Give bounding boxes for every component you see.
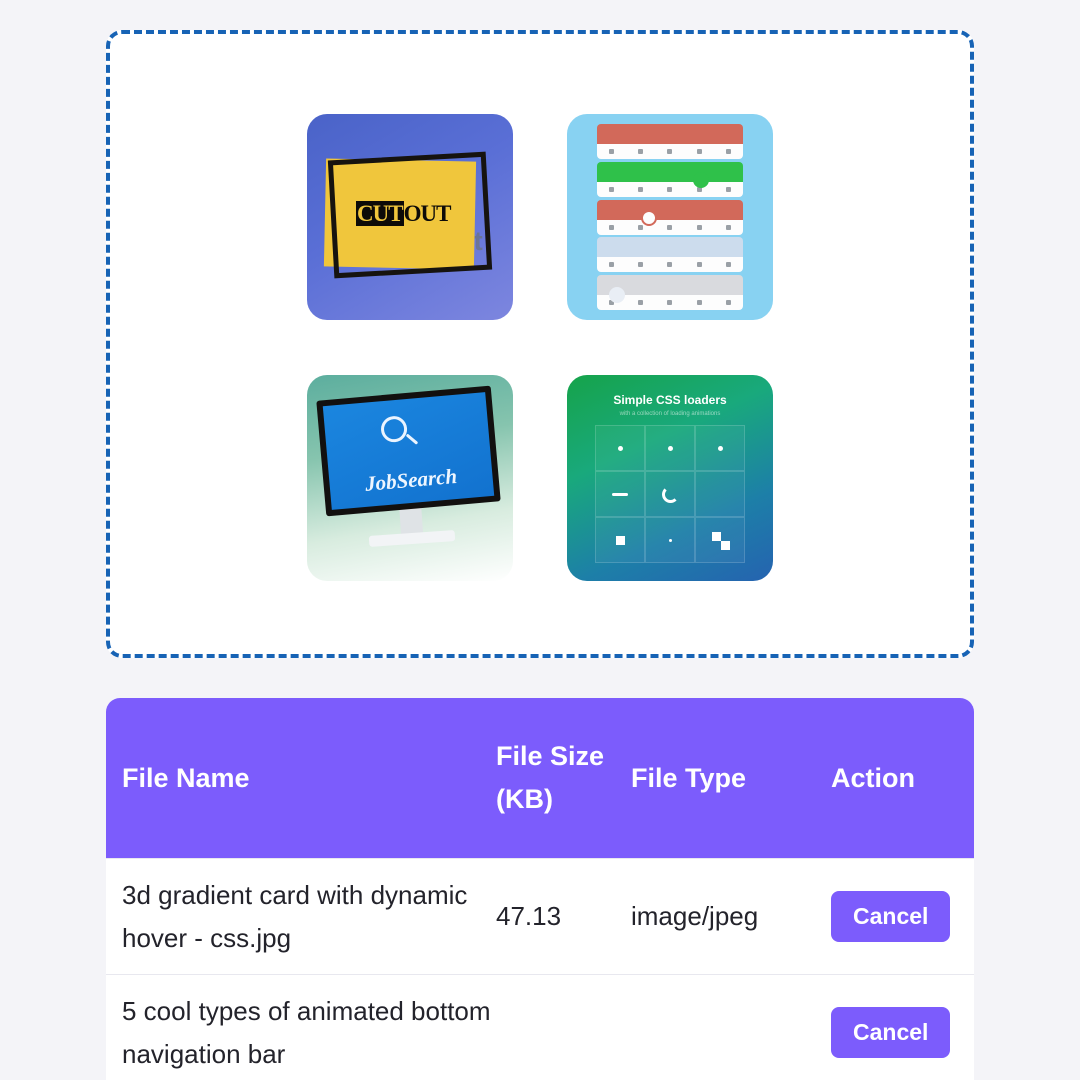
nav-icon — [667, 224, 673, 230]
nav-icon — [609, 262, 615, 268]
nav-bar-mock-1 — [597, 124, 743, 159]
thumbnail-preview-3d-gradient-card[interactable]: 48.3 KB 3d gradient CUTOUT — [307, 114, 513, 320]
nav-icon — [609, 186, 615, 192]
nav-band — [597, 161, 743, 182]
cutout-wordmark: CUTOUT — [356, 201, 452, 227]
cell-file-size: 47.13 — [496, 901, 562, 931]
column-header-file-size: File Size (KB) — [496, 741, 605, 814]
nav-icon — [696, 300, 702, 305]
nav-icon — [609, 224, 615, 230]
dot-loader-icon — [617, 445, 623, 451]
nav-icon — [638, 262, 644, 268]
nav-icon-strip — [597, 219, 743, 235]
bar-loader-icon — [612, 492, 628, 496]
loader-cell — [595, 517, 645, 563]
file-dropzone[interactable]: 48.3 KB 3d gradient CUTOUT — [106, 30, 974, 658]
column-header-action: Action — [831, 762, 915, 793]
nav-icon — [696, 224, 702, 230]
cancel-button[interactable]: Cancel — [831, 1007, 951, 1058]
thumbnail-grid: 48.3 KB 3d gradient CUTOUT — [307, 114, 773, 581]
nav-icon — [638, 149, 644, 154]
monitor-foot — [368, 530, 456, 547]
nav-icon — [667, 300, 673, 305]
cutout-bold-part: CUT — [356, 201, 404, 226]
thumbnail-preview-bottom-nav-bars[interactable] — [567, 114, 773, 320]
dot-loader-icon — [667, 445, 673, 451]
cutout-rest-part: OUT — [403, 201, 452, 226]
loader-cell — [645, 471, 695, 517]
nav-icon — [725, 186, 731, 192]
cancel-button[interactable]: Cancel — [831, 891, 951, 942]
blocks-loader-icon — [712, 532, 730, 550]
nav-band — [597, 199, 743, 220]
thumbnail-preview-css-loaders[interactable]: Simple CSS loaders with a collection of … — [567, 375, 773, 581]
thumbnail-preview-jobsearch[interactable]: JobSearch — [307, 375, 513, 581]
nav-icon — [696, 149, 702, 154]
nav-band — [597, 124, 743, 144]
nav-active-bump — [693, 171, 709, 188]
dot-loader-icon — [668, 538, 672, 542]
column-header-file-name: File Name — [122, 762, 250, 793]
loader-cell — [695, 425, 745, 471]
cell-action: Cancel — [831, 1007, 974, 1058]
monitor-body: JobSearch — [316, 385, 501, 517]
file-list-table: File Name File Size (KB) File Type Actio… — [106, 698, 974, 1080]
table-row: 3d gradient card with dynamic hover - cs… — [106, 858, 974, 974]
nav-band — [597, 237, 743, 258]
nav-icon — [725, 300, 731, 305]
nav-icon — [609, 149, 615, 154]
loader-cell — [595, 425, 645, 471]
loader-cell — [645, 517, 695, 563]
column-header-file-type: File Type — [631, 762, 747, 793]
cell-action: Cancel — [831, 891, 974, 942]
loader-cell — [645, 425, 695, 471]
loader-grid — [595, 425, 745, 563]
nav-icon — [725, 262, 731, 268]
magnifier-icon — [379, 415, 409, 444]
square-loader-icon — [615, 535, 625, 545]
nav-icon — [696, 262, 702, 268]
nav-icon — [667, 149, 673, 154]
loader-cell — [595, 471, 645, 517]
nav-icon — [638, 186, 644, 192]
cell-file-name: 5 cool types of animated bottom navigati… — [122, 995, 491, 1069]
nav-icon — [638, 300, 644, 305]
monitor-screen: JobSearch — [322, 392, 495, 510]
cell-file-name: 3d gradient card with dynamic hover - cs… — [122, 879, 468, 953]
nav-bar-mock-2 — [597, 161, 743, 197]
loaders-subtitle: with a collection of loading animations — [619, 411, 721, 417]
nav-active-bump — [609, 287, 625, 303]
dot-loader-icon — [717, 445, 723, 451]
nav-icon — [638, 224, 644, 230]
spinner-loader-icon — [661, 485, 679, 503]
nav-icon-strip — [597, 144, 743, 159]
nav-icon — [667, 262, 673, 268]
nav-bar-mock-3 — [597, 199, 743, 235]
nav-active-bump — [641, 209, 657, 226]
nav-icon-strip — [597, 181, 743, 197]
jobsearch-label: JobSearch — [364, 463, 458, 496]
nav-bar-mock-5 — [597, 275, 743, 310]
nav-icon — [725, 224, 731, 230]
loader-cell — [695, 471, 745, 517]
nav-icon-strip — [597, 257, 743, 273]
nav-icon — [725, 149, 731, 154]
loaders-title: Simple CSS loaders — [613, 393, 727, 407]
page-root: 48.3 KB 3d gradient CUTOUT — [0, 0, 1080, 1080]
loader-cell — [695, 517, 745, 563]
nav-icon — [667, 186, 673, 192]
table-row: 5 cool types of animated bottom navigati… — [106, 974, 974, 1080]
table-header-row: File Name File Size (KB) File Type Actio… — [106, 698, 974, 858]
nav-bar-mock-4 — [597, 237, 743, 273]
cell-file-type: image/jpeg — [631, 901, 759, 931]
